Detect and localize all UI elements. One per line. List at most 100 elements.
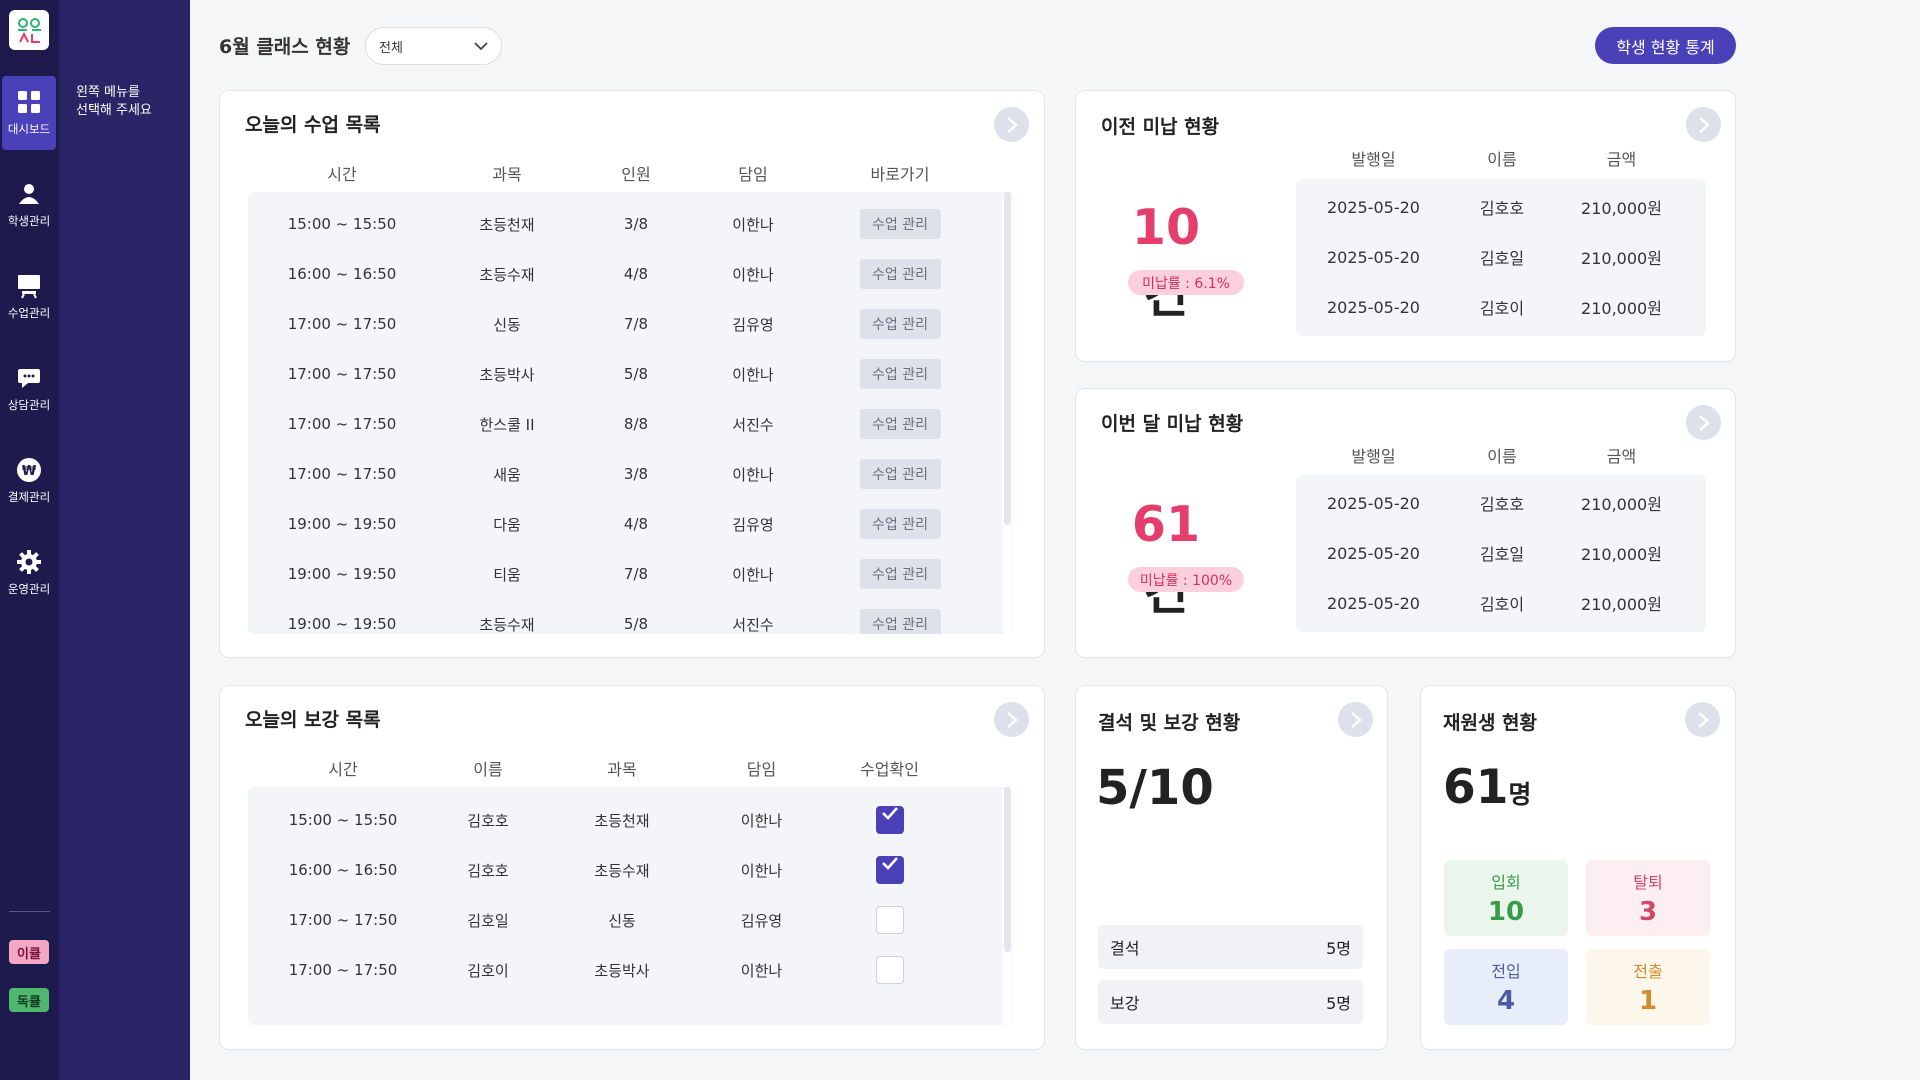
table-cell: 4/8 [623,515,649,533]
chevron-down-icon [474,41,488,50]
table-cell: 수업 관리 [812,559,988,589]
table-cell: 김유영 [732,515,774,534]
class-manage-button[interactable]: 수업 관리 [859,259,941,289]
table-cell: 김호호 [467,861,509,880]
scroll-thumb[interactable] [1004,192,1011,525]
table-cell: 17:00 ~ 17:50 [287,465,397,483]
nav-label: 수업관리 [7,306,51,320]
table-row: 2025-05-20 김호이 210,000원 [1296,578,1690,628]
payment-icon: ₩ [16,457,42,483]
nav-classes[interactable]: 수업관리 [2,260,56,334]
table-cell: 이한나 [732,465,774,484]
table-cell: 김호이 [1479,595,1525,614]
tile-transfer-out[interactable]: 전출 1 [1586,949,1710,1025]
filter-value: 전체 [379,40,403,56]
class-manage-button[interactable]: 수업 관리 [859,609,941,634]
col-header: 이름 [1487,447,1517,466]
class-manage-button[interactable]: 수업 관리 [859,459,941,489]
class-confirm-checkbox[interactable] [875,956,904,984]
table-cell: 다움 [493,515,521,534]
tile-join[interactable]: 입회 10 [1444,860,1568,936]
table-cell: 17:00 ~ 17:50 [288,961,398,979]
table-cell: 김호이 [467,961,509,980]
absence-more-button[interactable] [1338,702,1373,737]
enrolled-count: 61명 [1443,760,1531,815]
table-row: 19:00 ~ 19:50 다움 4/8 김유영 수업 관리 [248,499,988,549]
stat-value: 5명 [1326,939,1351,958]
divider [9,911,50,912]
table-cell: 이한나 [732,215,774,234]
nav-operations[interactable]: 운영관리 [2,536,56,610]
table-cell: 210,000원 [1581,249,1662,268]
table-cell: 19:00 ~ 19:50 [287,565,397,583]
col-header: 이름 [1487,150,1517,169]
class-manage-button[interactable]: 수업 관리 [859,309,941,339]
table-cell: 7/8 [623,565,649,583]
class-manage-button[interactable]: 수업 관리 [859,409,941,439]
table-cell: 김호일 [1479,249,1525,268]
this-unpaid-more-button[interactable] [1686,405,1721,440]
col-header: 발행일 [1351,150,1396,169]
consult-icon [16,365,42,391]
prev-unpaid-more-button[interactable] [1686,107,1721,142]
tile-label: 전입 [1491,962,1521,981]
makeup-scrollbar[interactable] [1003,787,1012,1025]
prev-unpaid-card: 이전 미납 현황 10건 미납률 : 6.1% 발행일 이름 금액 2025-0… [1075,90,1736,362]
today-classes-card: 오늘의 수업 목록 시간 과목 인원 담임 바로가기 15:00 ~ 15:50… [219,90,1045,658]
page-title: 6월 클래스 현황 [219,36,351,58]
enrollment-more-button[interactable] [1685,702,1720,737]
table-cell: 김호일 [467,911,509,930]
student-stats-button[interactable]: 학생 현황 통계 [1595,27,1736,64]
unpaid-rate-badge: 미납률 : 6.1% [1128,270,1244,295]
checkmark-icon [881,807,898,820]
table-cell: 김호일 [1479,545,1525,564]
makeup-more-button[interactable] [994,702,1029,737]
nav-dashboard[interactable]: 대시보드 [2,76,56,150]
table-cell: 새움 [493,465,521,484]
stat-label: 보강 [1110,994,1140,1013]
table-cell: 3/8 [623,215,649,233]
nav-consult[interactable]: 상담관리 [2,352,56,426]
class-manage-button[interactable]: 수업 관리 [859,359,941,389]
table-cell: 신동 [608,911,636,930]
table-cell: 17:00 ~ 17:50 [287,365,397,383]
table-cell: 4/8 [623,265,649,283]
absence-makeup-card: 결석 및 보강 현황 5/10 결석 5명 보강 5명 [1075,685,1388,1050]
table-row: 2025-05-20 김호호 210,000원 [1296,182,1690,232]
table-row: 2025-05-20 김호이 210,000원 [1296,282,1690,332]
app-logo[interactable] [9,10,49,50]
this-month-unpaid-card: 이번 달 미납 현황 61건 미납률 : 100% 발행일 이름 금액 2025… [1075,388,1736,658]
tile-value: 3 [1638,897,1658,927]
nav-payment[interactable]: ₩ 결제관리 [2,444,56,518]
table-cell: 서진수 [732,415,774,434]
col-header: 인원 [621,165,651,184]
tile-transfer-in[interactable]: 전입 4 [1444,949,1568,1025]
classes-scrollbar[interactable] [1003,192,1012,634]
class-manage-button[interactable]: 수업 관리 [859,559,941,589]
tile-withdraw[interactable]: 탈퇴 3 [1586,860,1710,936]
class-manage-button[interactable]: 수업 관리 [859,509,941,539]
class-manage-button[interactable]: 수업 관리 [859,209,941,239]
table-row: 19:00 ~ 19:50 초등수재 5/8 서진수 수업 관리 [248,599,988,634]
class-confirm-checkbox[interactable] [875,856,904,884]
unpaid-rate-badge: 미납률 : 100% [1128,567,1244,592]
class-confirm-checkbox[interactable] [875,806,904,834]
table-cell: 초등수재 [479,265,535,284]
class-confirm-checkbox[interactable] [875,906,904,934]
table-cell: 2025-05-20 [1327,247,1420,267]
nav-students[interactable]: 학생관리 [2,168,56,242]
month-filter-select[interactable]: 전체 [365,27,502,65]
table-row: 2025-05-20 김호일 210,000원 [1296,528,1690,578]
tag-dokcul[interactable]: 독큘 [9,988,49,1012]
col-header: 시간 [328,760,358,779]
scroll-thumb[interactable] [1004,787,1011,952]
table-cell: 이한나 [732,565,774,584]
chevron-right-icon [1006,711,1018,728]
card-title: 오늘의 보강 목록 [245,709,381,731]
unpaid-count: 10건 [1116,199,1216,327]
tag-icul[interactable]: 이큘 [9,940,49,964]
table-cell: 초등천재 [594,811,650,830]
makeup-classes-card: 오늘의 보강 목록 시간 이름 과목 담임 수업확인 15:00 ~ 15:50… [219,685,1045,1050]
today-classes-more-button[interactable] [994,107,1029,142]
stat-value: 5명 [1326,994,1351,1013]
